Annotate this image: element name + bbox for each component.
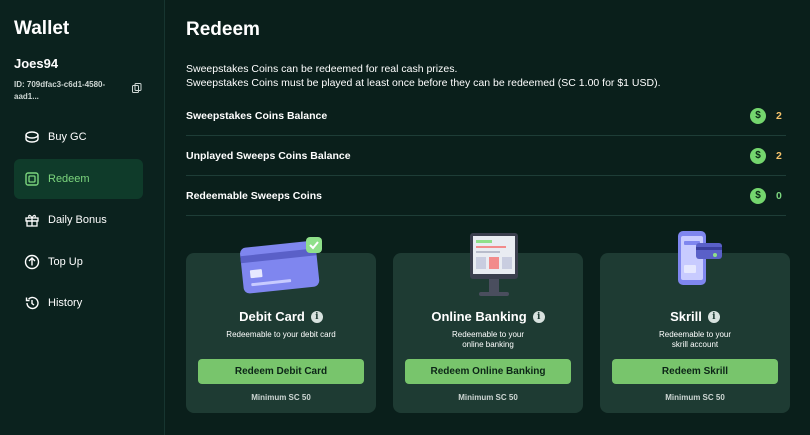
sidebar-item-label: Daily Bonus bbox=[48, 214, 107, 226]
sweeps-coin-icon: $ bbox=[750, 107, 766, 124]
sidebar-item-label: Buy GC bbox=[48, 131, 87, 143]
sidebar-item-label: Top Up bbox=[48, 256, 83, 268]
card-title: Online Banking bbox=[431, 309, 527, 324]
username: Joes94 bbox=[14, 56, 59, 71]
info-icon[interactable]: i bbox=[310, 310, 323, 323]
balance-row-sweepstakes: Sweepstakes Coins Balance $ 2 bbox=[186, 96, 786, 136]
sweeps-coin-icon: $ bbox=[750, 147, 766, 164]
redeem-online-banking-button[interactable]: Redeem Online Banking bbox=[405, 359, 571, 384]
balance-value: 2 bbox=[776, 149, 782, 162]
redeem-debit-card-button[interactable]: Redeem Debit Card bbox=[198, 359, 364, 384]
card-subtitle-line: online banking bbox=[462, 340, 514, 349]
history-icon bbox=[24, 295, 40, 311]
balance-row-redeemable: Redeemable Sweeps Coins $ 0 bbox=[186, 176, 786, 216]
sidebar-title: Wallet bbox=[14, 18, 70, 39]
monitor-illustration-icon bbox=[470, 233, 518, 296]
card-minimum: Minimum SC 50 bbox=[458, 393, 518, 402]
card-subtitle: Redeemable to your debit card bbox=[206, 330, 356, 340]
description: Sweepstakes Coins can be redeemed for re… bbox=[186, 62, 661, 90]
sidebar-item-history[interactable]: History bbox=[14, 283, 143, 323]
card-subtitle: Redeemable to your skrill account bbox=[620, 330, 770, 350]
card-subtitle-line: skrill account bbox=[671, 340, 719, 349]
redeem-skrill-button[interactable]: Redeem Skrill bbox=[612, 359, 778, 384]
page-title: Redeem bbox=[186, 19, 260, 40]
info-icon[interactable]: i bbox=[707, 310, 720, 323]
gift-icon bbox=[24, 212, 40, 228]
info-icon[interactable]: i bbox=[532, 310, 545, 323]
card-subtitle-line: Redeemable to your bbox=[451, 330, 525, 339]
online-banking-option: Online Banking i Redeemable to your onli… bbox=[393, 233, 583, 413]
sidebar-item-top-up[interactable]: Top Up bbox=[14, 242, 143, 282]
sidebar-item-label: History bbox=[48, 297, 83, 309]
sidebar-item-daily-bonus[interactable]: Daily Bonus bbox=[14, 200, 143, 240]
main-content: Redeem Sweepstakes Coins can be redeemed… bbox=[166, 0, 810, 435]
sidebar-item-label: Redeem bbox=[48, 173, 90, 185]
card-title: Skrill bbox=[670, 309, 702, 324]
balance-value: 0 bbox=[776, 189, 782, 202]
balance-label: Sweepstakes Coins Balance bbox=[186, 109, 328, 122]
card-minimum: Minimum SC 50 bbox=[665, 393, 725, 402]
description-line: Sweepstakes Coins can be redeemed for re… bbox=[186, 63, 458, 75]
card-minimum: Minimum SC 50 bbox=[251, 393, 311, 402]
card-subtitle: Redeemable to your online banking bbox=[413, 330, 563, 350]
sidebar: Wallet Joes94 ID: 709dfac3-c6d1-4580-aad… bbox=[0, 0, 165, 435]
card-subtitle-line: Redeemable to your debit card bbox=[226, 330, 336, 339]
balance-label: Unplayed Sweeps Coins Balance bbox=[186, 149, 351, 162]
coin-stack-icon bbox=[24, 129, 40, 145]
balance-row-unplayed: Unplayed Sweeps Coins Balance $ 2 bbox=[186, 136, 786, 176]
balance-value: 2 bbox=[776, 109, 782, 122]
sweeps-coin-icon: $ bbox=[750, 187, 766, 204]
phone-wallet-illustration-icon bbox=[678, 231, 722, 285]
copy-icon[interactable] bbox=[132, 83, 142, 93]
card-title: Debit Card bbox=[239, 309, 305, 324]
user-id: ID: 709dfac3-c6d1-4580-aad1... bbox=[14, 80, 106, 101]
sidebar-item-redeem[interactable]: Redeem bbox=[14, 159, 143, 199]
balance-label: Redeemable Sweeps Coins bbox=[186, 189, 322, 202]
card-subtitle-line: Redeemable to your bbox=[658, 330, 732, 339]
debit-card-option: Debit Card i Redeemable to your debit ca… bbox=[186, 237, 376, 413]
description-line: Sweepstakes Coins must be played at leas… bbox=[186, 77, 661, 89]
sidebar-item-buy-gc[interactable]: Buy GC bbox=[14, 117, 143, 157]
skrill-option: Skrill i Redeemable to your skrill accou… bbox=[600, 231, 790, 413]
redeem-icon bbox=[24, 171, 40, 187]
arrow-up-circle-icon bbox=[24, 254, 40, 270]
debit-card-illustration-icon bbox=[240, 237, 322, 294]
